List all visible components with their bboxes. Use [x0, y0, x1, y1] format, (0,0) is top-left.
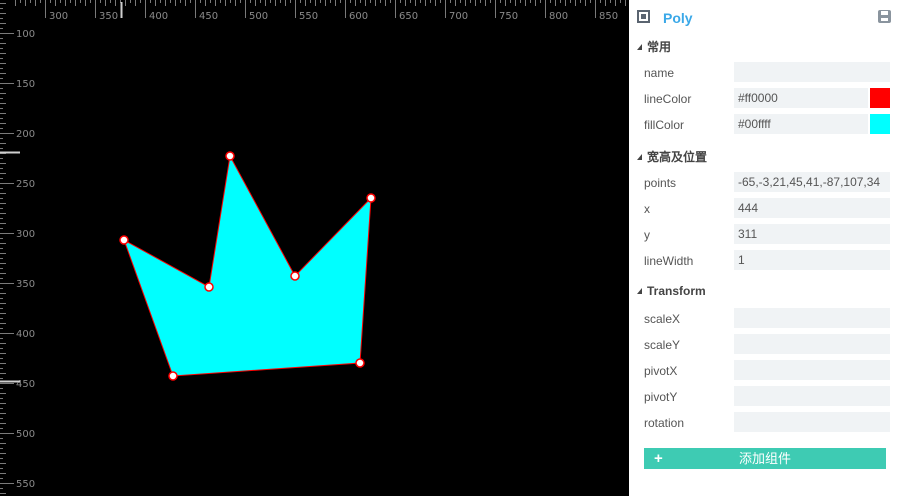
add-component-label: 添加组件	[738, 451, 791, 466]
vertex-handle[interactable]	[366, 193, 376, 203]
fillcolor-swatch[interactable]	[870, 114, 890, 134]
fillcolor-label: fillColor	[644, 118, 685, 132]
section-transform-label: Transform	[647, 284, 706, 298]
name-label: name	[644, 66, 675, 80]
row-linecolor: lineColor #ff0000	[629, 88, 901, 110]
row-scaley: scaleY	[629, 334, 901, 356]
property-panel: Poly 常用 name lineColor #ff0000 fillColor…	[629, 0, 901, 496]
add-component-button[interactable]: + 添加组件	[644, 448, 886, 469]
plus-icon: +	[654, 450, 663, 467]
panel-header: Poly	[629, 0, 901, 34]
linecolor-input[interactable]: #ff0000	[734, 88, 868, 108]
vertex-handle[interactable]	[355, 358, 365, 368]
points-label: points	[644, 176, 677, 190]
section-common[interactable]: 常用	[637, 38, 671, 56]
collapse-triangle-icon	[637, 44, 642, 50]
polygon-fill[interactable]	[123, 154, 372, 377]
row-y: y 311	[629, 224, 901, 246]
vertex-handle[interactable]	[168, 371, 178, 381]
panel-title: Poly	[663, 10, 693, 26]
row-linewidth: lineWidth 1	[629, 250, 901, 272]
scalex-label: scaleX	[644, 312, 681, 326]
section-size-position-label: 宽高及位置	[647, 150, 708, 164]
linewidth-input[interactable]: 1	[734, 250, 890, 270]
scalex-input[interactable]	[734, 308, 890, 328]
linecolor-label: lineColor	[644, 92, 692, 106]
row-rotation: rotation	[629, 412, 901, 434]
vertex-handle[interactable]	[204, 282, 214, 292]
row-pivoty: pivotY	[629, 386, 901, 408]
x-input[interactable]: 444	[734, 198, 890, 218]
vertex-handle[interactable]	[119, 235, 129, 245]
scaley-label: scaleY	[644, 338, 681, 352]
pivotx-input[interactable]	[734, 360, 890, 380]
rotation-input[interactable]	[734, 412, 890, 432]
points-input[interactable]: -65,-3,21,45,41,-87,107,34	[734, 172, 890, 192]
row-name: name	[629, 62, 901, 84]
collapse-triangle-icon	[637, 154, 642, 160]
rotation-label: rotation	[644, 416, 685, 430]
row-scalex: scaleX	[629, 308, 901, 330]
pivoty-label: pivotY	[644, 390, 678, 404]
vertex-handle[interactable]	[290, 271, 300, 281]
section-common-label: 常用	[647, 40, 672, 54]
component-icon	[637, 10, 650, 23]
pivoty-input[interactable]	[734, 386, 890, 406]
fillcolor-input[interactable]: #00ffff	[734, 114, 868, 134]
vertex-handle[interactable]	[225, 151, 235, 161]
row-pivotx: pivotX	[629, 360, 901, 382]
collapse-triangle-icon	[637, 288, 642, 294]
x-label: x	[644, 202, 650, 216]
row-points: points -65,-3,21,45,41,-87,107,34	[629, 172, 901, 194]
pivotx-label: pivotX	[644, 364, 678, 378]
y-input[interactable]: 311	[734, 224, 890, 244]
linewidth-label: lineWidth	[644, 254, 694, 268]
canvas-stage[interactable]: 300 350 400 450 500 550 600 650 700 750 800 850 100 1…	[0, 0, 629, 496]
save-icon[interactable]	[878, 10, 891, 23]
row-fillcolor: fillColor #00ffff	[629, 114, 901, 136]
y-label: y	[644, 228, 650, 242]
name-input[interactable]	[734, 62, 890, 82]
scaley-input[interactable]	[734, 334, 890, 354]
linecolor-swatch[interactable]	[870, 88, 890, 108]
section-size-position[interactable]: 宽高及位置	[637, 148, 707, 166]
polygon-shape[interactable]	[0, 0, 629, 496]
row-x: x 444	[629, 198, 901, 220]
section-transform[interactable]: Transform	[637, 284, 706, 302]
